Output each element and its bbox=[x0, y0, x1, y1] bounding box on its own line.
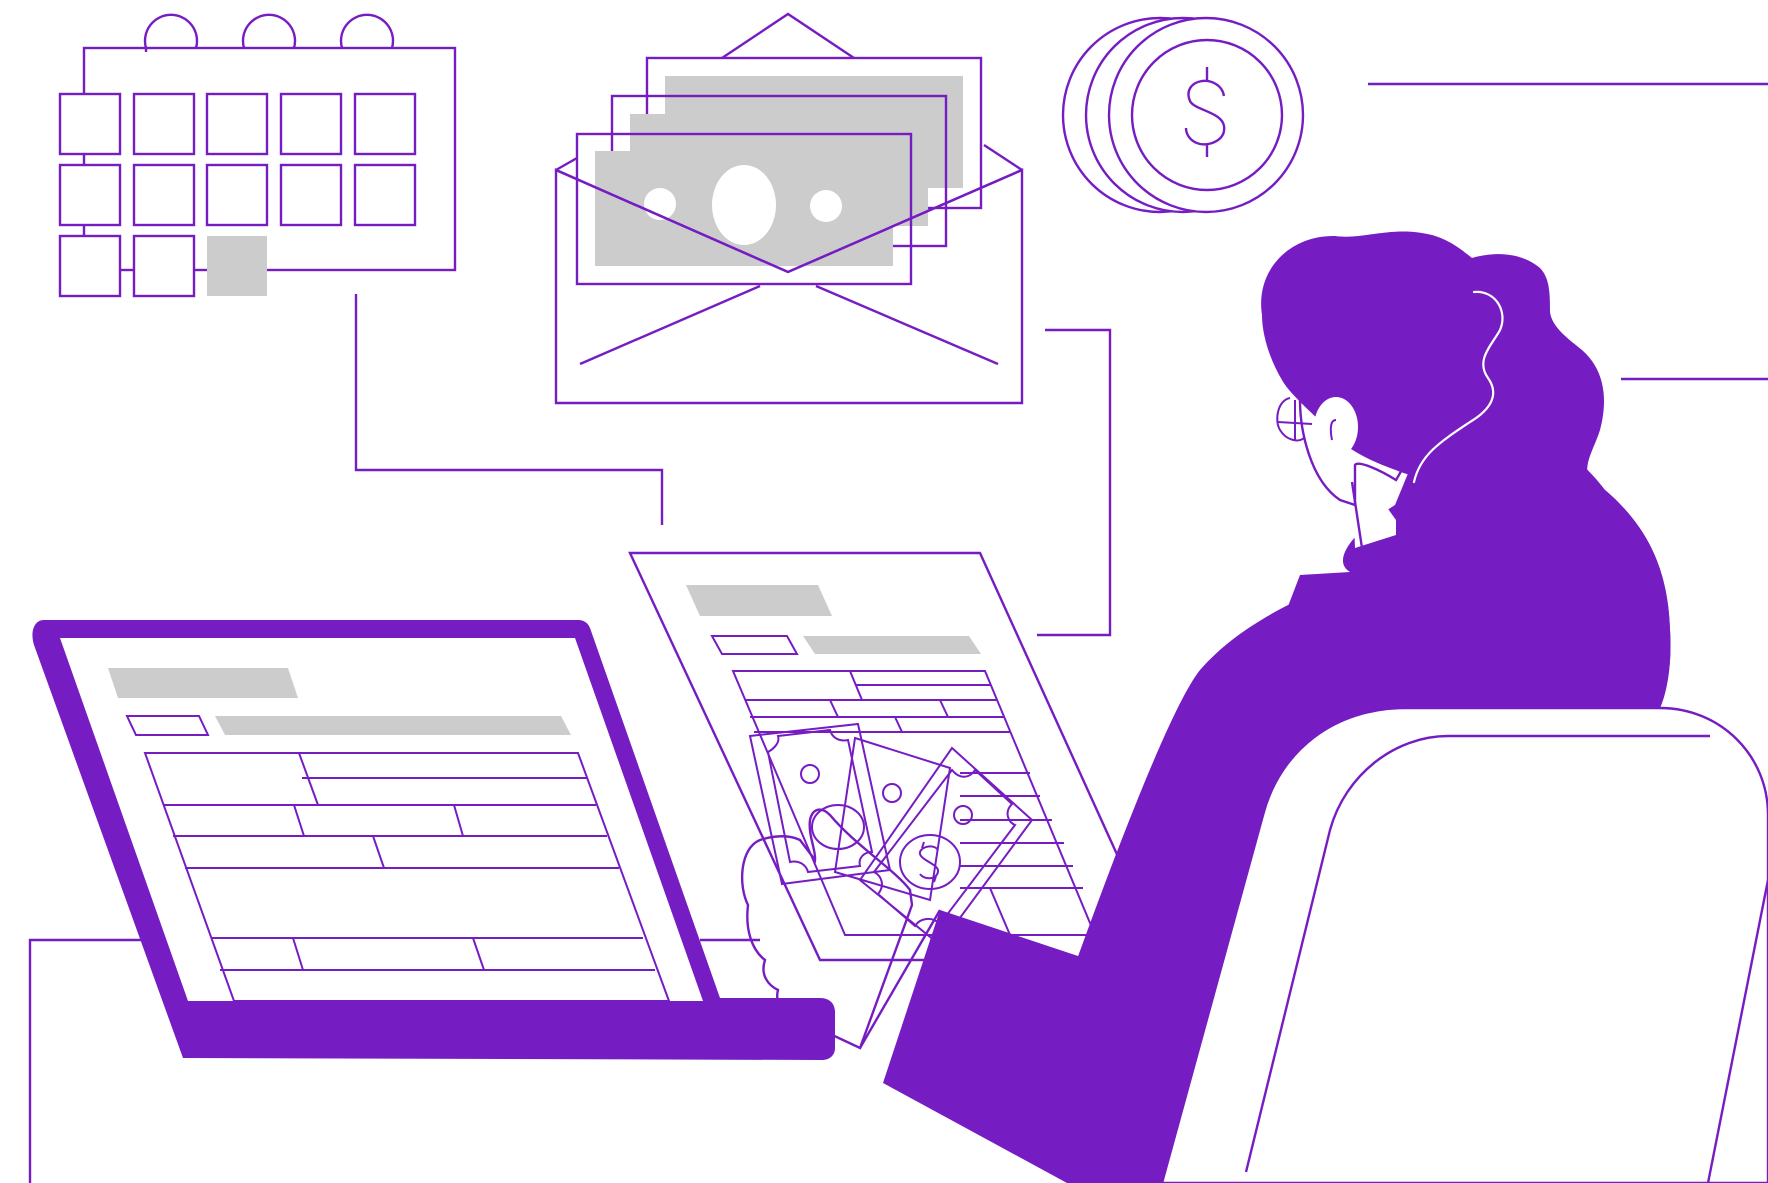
envelope-with-cash-icon bbox=[554, 12, 1024, 405]
connector-envelope-to-form bbox=[1037, 328, 1112, 637]
tax-filing-illustration bbox=[28, 12, 1768, 1183]
dollar-coin-stack-icon bbox=[1061, 16, 1305, 214]
connector-calendar-to-form bbox=[354, 294, 664, 525]
chair-inner-line bbox=[1244, 734, 1710, 1173]
desk-edge-line bbox=[28, 938, 145, 1183]
tax-form-document-icon bbox=[628, 551, 1167, 962]
cash-bills-icon bbox=[748, 722, 1034, 947]
person-ear bbox=[1314, 397, 1358, 457]
laptop-icon bbox=[32, 620, 836, 1060]
calendar-rings bbox=[143, 13, 395, 52]
calendar-highlighted-day bbox=[207, 236, 267, 296]
calendar-icon bbox=[58, 13, 457, 298]
person-at-desk-icon bbox=[741, 231, 1671, 1183]
